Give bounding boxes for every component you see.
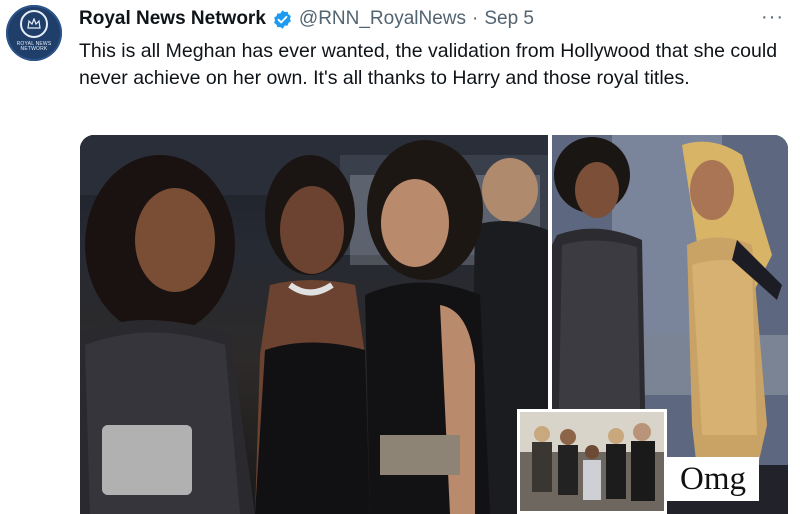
avatar-brand-text: ROYAL NEWS NETWORK: [16, 41, 52, 52]
verified-badge-icon: [272, 9, 293, 30]
separator-dot: ·: [472, 8, 479, 29]
tweet-date[interactable]: Sep 5: [484, 8, 534, 30]
crown-icon: [20, 10, 48, 38]
display-name[interactable]: Royal News Network: [79, 8, 266, 30]
tweet-media[interactable]: Omg: [80, 135, 788, 514]
user-handle[interactable]: @RNN_RoyalNews: [299, 8, 466, 30]
omg-caption: Omg: [680, 460, 746, 497]
avatar[interactable]: ROYAL NEWS NETWORK: [6, 5, 62, 61]
tweet-header: Royal News Network @RNN_RoyalNews · Sep …: [79, 8, 534, 30]
omg-caption-box: Omg: [667, 457, 759, 501]
inset-group-photo[interactable]: [517, 409, 667, 514]
tweet-text: This is all Meghan has ever wanted, the …: [79, 40, 778, 89]
more-options-icon[interactable]: ···: [761, 6, 784, 29]
photo-group-image[interactable]: [80, 135, 548, 514]
